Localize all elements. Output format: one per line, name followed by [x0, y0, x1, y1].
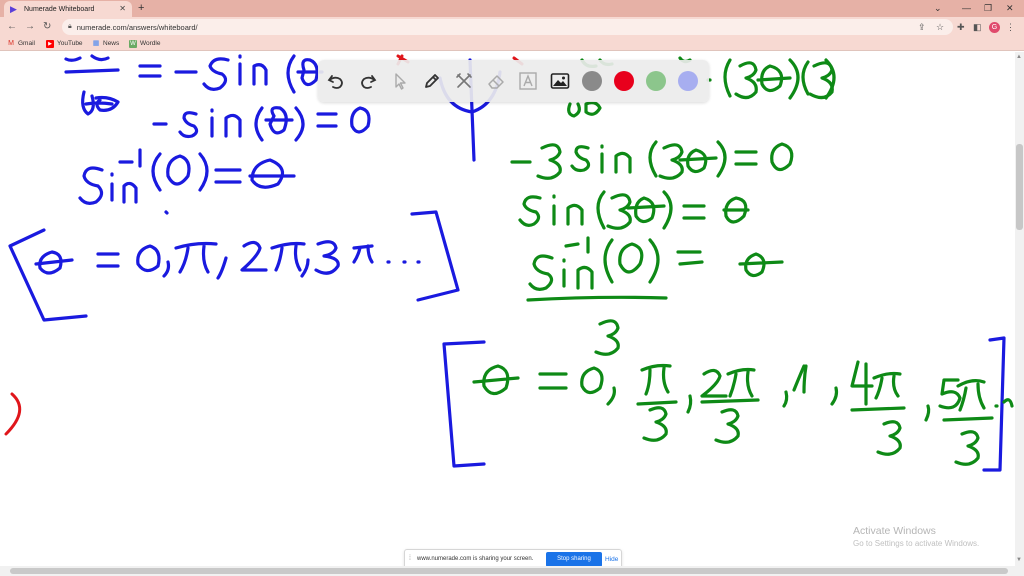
activate-windows-watermark: Activate Windows Go to Settings to activ…	[853, 525, 1023, 548]
tools-icon[interactable]	[454, 71, 474, 91]
stop-sharing-button[interactable]: Stop sharing	[546, 552, 602, 567]
bookmark-label: Wordle	[140, 40, 161, 47]
address-url: numerade.com/answers/whiteboard/	[76, 22, 198, 32]
pen-icon[interactable]	[422, 71, 442, 91]
bookmark-label: Gmail	[18, 40, 35, 47]
tab-numerade[interactable]: ▶ Numerade Whiteboard ✕	[4, 1, 132, 17]
address-bar[interactable]: 🔒︎ numerade.com/answers/whiteboard/	[62, 19, 953, 35]
horizontal-scroll-thumb[interactable]	[10, 568, 1008, 574]
browser-toolbar: ← → ↻ 🔒︎ numerade.com/answers/whiteboard…	[0, 17, 1024, 37]
close-tab-icon[interactable]: ✕	[119, 4, 126, 13]
eraser-icon[interactable]	[486, 71, 506, 91]
hide-share-bar-button[interactable]: Hide	[605, 556, 618, 563]
tab-search-icon[interactable]: ⌄	[934, 2, 942, 14]
scroll-down-icon[interactable]: ▼	[1016, 557, 1022, 563]
whiteboard-toolbar	[318, 60, 709, 102]
watermark-subtitle: Go to Settings to activate Windows.	[853, 539, 980, 548]
menu-icon[interactable]: ⋮	[1006, 21, 1015, 33]
watermark-title: Activate Windows	[853, 525, 936, 537]
vertical-scrollbar[interactable]: ▲ ▼	[1015, 52, 1024, 566]
forward-icon[interactable]: →	[25, 20, 35, 34]
restore-icon[interactable]: ❐	[984, 2, 992, 14]
extensions-icon[interactable]: ✚	[957, 21, 965, 33]
bookmark-gmail[interactable]: M Gmail	[7, 38, 35, 50]
redo-icon[interactable]	[358, 71, 378, 91]
color-swatch-gray[interactable]	[582, 71, 602, 91]
pointer-icon[interactable]	[390, 71, 410, 91]
whiteboard-canvas[interactable]: Activate Windows Go to Settings to activ…	[0, 52, 1024, 566]
new-tab-icon[interactable]: +	[138, 2, 144, 14]
bookmark-label: News	[103, 40, 120, 47]
vertical-scroll-thumb[interactable]	[1016, 144, 1023, 230]
color-swatch-red[interactable]	[614, 71, 634, 91]
close-window-icon[interactable]: ✕	[1006, 2, 1014, 14]
undo-icon[interactable]	[326, 71, 346, 91]
bookmark-star-icon[interactable]: ☆	[936, 21, 944, 33]
share-message: www.numerade.com is sharing your screen.	[417, 556, 534, 562]
browser-window: ▶ Numerade Whiteboard ✕ + ⌄ — ❐ ✕ ← → ↻ …	[0, 0, 1024, 576]
color-swatch-green[interactable]	[646, 71, 666, 91]
tab-title: Numerade Whiteboard	[24, 5, 95, 13]
share-icon[interactable]: ⇪	[918, 21, 926, 33]
youtube-icon: ▶	[46, 40, 54, 48]
bookmark-youtube[interactable]: ▶ YouTube	[46, 38, 83, 50]
blue-ink-left	[8, 54, 1006, 472]
bookmarks-bar: M Gmail ▶ YouTube ▦ News W Wordle	[0, 37, 1024, 51]
tab-strip: ▶ Numerade Whiteboard ✕ + ⌄ — ❐ ✕	[0, 0, 1024, 17]
color-swatch-lavender[interactable]	[678, 71, 698, 91]
green-ink-right	[472, 56, 1014, 466]
lock-icon: 🔒︎	[68, 23, 72, 30]
reload-icon[interactable]: ↻	[43, 20, 51, 34]
text-icon[interactable]	[518, 71, 538, 91]
drag-handle-icon[interactable]: ⁞	[409, 555, 411, 562]
gmail-icon: M	[8, 40, 14, 47]
wordle-icon: W	[129, 40, 137, 48]
news-icon: ▦	[92, 40, 100, 47]
avatar[interactable]: G	[989, 22, 1000, 33]
side-panel-icon[interactable]: ◧	[973, 21, 982, 33]
image-icon[interactable]	[550, 71, 570, 91]
scroll-up-icon[interactable]: ▲	[1016, 54, 1022, 60]
minimize-icon[interactable]: —	[962, 2, 971, 14]
back-icon[interactable]: ←	[7, 20, 17, 34]
bookmark-news[interactable]: ▦ News	[92, 38, 120, 50]
bookmark-label: YouTube	[57, 40, 83, 47]
handwritten-ink	[4, 54, 1014, 472]
horizontal-scrollbar[interactable]	[0, 566, 1024, 576]
bookmark-wordle[interactable]: W Wordle	[129, 38, 160, 50]
numerade-favicon-icon: ▶	[10, 3, 17, 14]
